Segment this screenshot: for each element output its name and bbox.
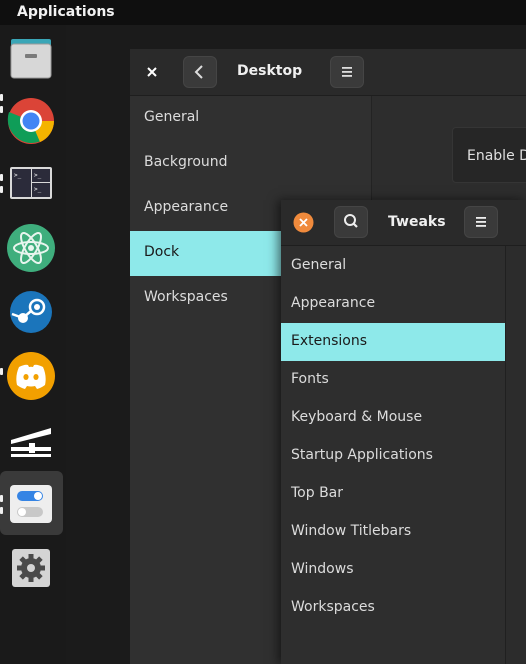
sidebar-item-label: Startup Applications <box>291 447 433 463</box>
back-button[interactable] <box>183 56 217 88</box>
sidebar-item-label: Windows <box>291 561 354 577</box>
sidebar-item-label: General <box>144 109 200 125</box>
dock-item-chrome[interactable] <box>0 90 64 152</box>
enable-dock-row[interactable]: Enable D <box>452 127 526 183</box>
steam-icon <box>10 291 52 333</box>
top-bar: Applications <box>0 0 526 25</box>
settings-icon <box>12 549 50 587</box>
sidebar-item-label: Workspaces <box>144 289 228 305</box>
running-indicator <box>0 106 3 113</box>
svg-text:>_: >_ <box>14 172 22 179</box>
dock-item-files[interactable] <box>0 30 64 92</box>
svg-text:>_: >_ <box>34 186 42 193</box>
page-title: Desktop <box>237 63 303 79</box>
sidebar-item-label: Extensions <box>291 333 368 349</box>
atom-icon <box>7 224 55 272</box>
svg-text:>_: >_ <box>34 172 42 179</box>
chevron-left-icon <box>194 65 203 79</box>
sidebar-item-top-bar[interactable]: Top Bar <box>281 475 505 513</box>
sidebar-item-window-titlebars[interactable]: Window Titlebars <box>281 513 505 551</box>
dock-item-system-monitor[interactable] <box>0 408 64 470</box>
dock-item-terminal[interactable]: >_ >_ >_ <box>0 152 64 214</box>
running-indicator <box>0 94 3 101</box>
tweaks-icon <box>10 485 52 523</box>
running-indicator <box>0 507 3 514</box>
menu-button[interactable] <box>330 56 364 88</box>
sidebar-item-background[interactable]: Background <box>130 141 371 186</box>
sidebar-item-label: General <box>291 257 347 273</box>
hamburger-icon <box>476 217 486 227</box>
tweaks-window: Tweaks General Appearance Extensions Fon… <box>281 200 526 664</box>
tweaks-sidebar: General Appearance Extensions Fonts Keyb… <box>281 246 506 664</box>
sidebar-item-label: Top Bar <box>291 485 344 501</box>
dock-item-tweaks[interactable] <box>0 471 63 535</box>
chrome-icon <box>7 98 54 144</box>
running-indicator <box>0 368 3 375</box>
sidebar-item-workspaces[interactable]: Workspaces <box>281 589 505 627</box>
sidebar-item-label: Keyboard & Mouse <box>291 409 423 425</box>
sidebar-item-label: Background <box>144 154 228 170</box>
enable-dock-label: Enable D <box>467 148 526 164</box>
files-icon <box>10 39 52 79</box>
sidebar-item-extensions[interactable]: Extensions <box>281 323 505 361</box>
running-indicator <box>0 174 3 181</box>
close-icon <box>293 212 314 233</box>
search-button[interactable] <box>334 206 368 238</box>
sidebar-item-windows[interactable]: Windows <box>281 551 505 589</box>
page-title: Tweaks <box>388 214 446 230</box>
discord-icon <box>7 352 55 400</box>
hamburger-icon <box>342 67 352 77</box>
applications-menu[interactable]: Applications <box>17 4 115 20</box>
dock-item-atom[interactable] <box>0 217 64 279</box>
close-button[interactable] <box>293 212 314 233</box>
close-icon <box>147 67 157 77</box>
sidebar-item-keyboard-mouse[interactable]: Keyboard & Mouse <box>281 399 505 437</box>
dock-item-steam[interactable] <box>0 281 64 343</box>
menu-button[interactable] <box>464 206 498 238</box>
settings-headerbar: Desktop <box>130 49 526 96</box>
terminal-icon: >_ >_ >_ <box>10 167 52 199</box>
running-indicator <box>0 495 3 502</box>
sidebar-item-label: Dock <box>144 244 180 260</box>
sidebar-item-appearance[interactable]: Appearance <box>281 285 505 323</box>
sidebar-item-fonts[interactable]: Fonts <box>281 361 505 399</box>
running-indicator <box>0 186 3 193</box>
dock-item-discord[interactable] <box>0 345 64 407</box>
sidebar-item-label: Workspaces <box>291 599 375 615</box>
search-icon <box>344 214 358 228</box>
dock-item-settings[interactable] <box>0 537 64 599</box>
sidebar-item-general[interactable]: General <box>130 96 371 141</box>
sidebar-item-general[interactable]: General <box>281 247 505 285</box>
sidebar-item-label: Window Titlebars <box>291 523 412 539</box>
levels-icon <box>11 428 51 457</box>
sidebar-item-label: Appearance <box>291 295 376 311</box>
sidebar-item-startup-applications[interactable]: Startup Applications <box>281 437 505 475</box>
dock: >_ >_ >_ <box>0 25 66 664</box>
sidebar-item-label: Appearance <box>144 199 229 215</box>
sidebar-item-label: Fonts <box>291 371 329 387</box>
close-button[interactable] <box>142 62 162 82</box>
tweaks-headerbar: Tweaks <box>281 200 526 246</box>
